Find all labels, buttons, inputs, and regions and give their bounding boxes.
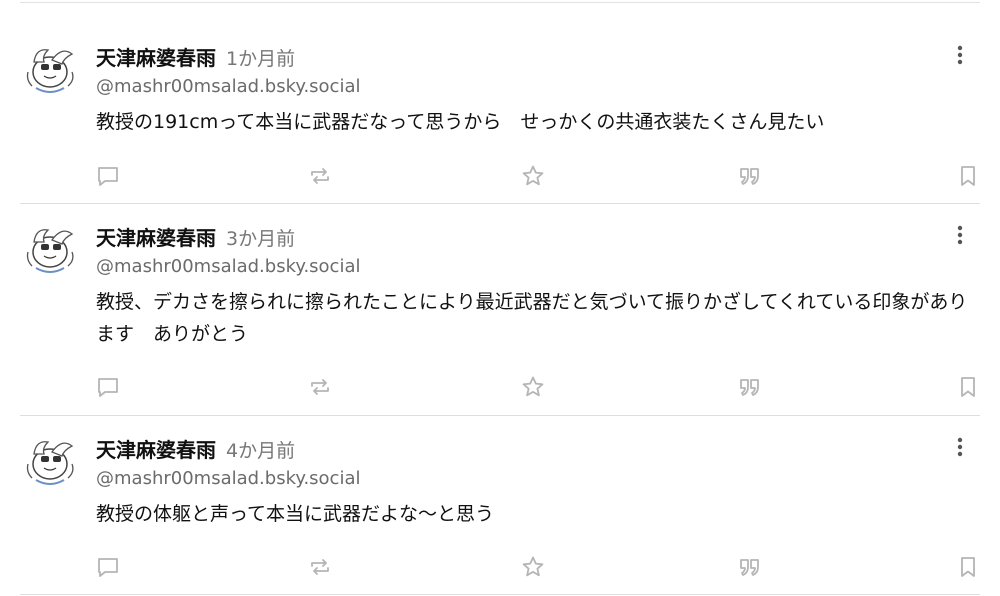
more-vertical-icon[interactable] [950, 436, 970, 458]
bookmark-icon[interactable] [956, 164, 980, 188]
post-header: 天津麻婆春雨 1か月前 [96, 42, 295, 70]
post-text: 教授の体躯と声って本当に武器だよな〜と思う [96, 503, 495, 525]
post-header: 天津麻婆春雨 4か月前 [96, 434, 295, 462]
post-divider [20, 594, 980, 595]
author-name[interactable]: 天津麻婆春雨 [96, 434, 216, 463]
quote-icon[interactable] [738, 164, 762, 188]
post-card[interactable]: 天津麻婆春雨 1か月前 @mashr00msalad.bsky.social 教… [20, 42, 980, 204]
reply-icon[interactable] [96, 555, 120, 579]
repost-icon[interactable] [308, 555, 332, 579]
post-divider [20, 415, 980, 416]
bookmark-icon[interactable] [956, 555, 980, 579]
author-name[interactable]: 天津麻婆春雨 [96, 42, 216, 71]
star-icon[interactable] [521, 555, 545, 579]
post-timestamp[interactable]: 4か月前 [226, 436, 295, 463]
post-actions [96, 164, 980, 190]
author-handle[interactable]: @mashr00msalad.bsky.social [96, 256, 361, 277]
quote-icon[interactable] [738, 555, 762, 579]
post-header: 天津麻婆春雨 3か月前 [96, 222, 295, 250]
post-actions [96, 375, 980, 401]
repost-icon[interactable] [308, 375, 332, 399]
author-name[interactable]: 天津麻婆春雨 [96, 222, 216, 251]
more-vertical-icon[interactable] [950, 224, 970, 246]
avatar[interactable] [22, 222, 78, 278]
post-actions [96, 555, 980, 581]
post-card[interactable]: 天津麻婆春雨 3か月前 @mashr00msalad.bsky.social 教… [20, 222, 980, 416]
post-timestamp[interactable]: 1か月前 [226, 44, 295, 71]
avatar[interactable] [22, 42, 78, 98]
author-handle[interactable]: @mashr00msalad.bsky.social [96, 76, 361, 97]
quote-icon[interactable] [738, 375, 762, 399]
star-icon[interactable] [521, 164, 545, 188]
reply-icon[interactable] [96, 164, 120, 188]
author-handle[interactable]: @mashr00msalad.bsky.social [96, 468, 361, 489]
more-vertical-icon[interactable] [950, 44, 970, 66]
avatar[interactable] [22, 434, 78, 490]
post-text: 教授の191cmって本当に武器だなって思うから せっかくの共通衣装たくさん見たい [96, 111, 825, 133]
post-divider [20, 203, 980, 204]
post-timestamp[interactable]: 3か月前 [226, 224, 295, 251]
reply-icon[interactable] [96, 375, 120, 399]
repost-icon[interactable] [308, 164, 332, 188]
star-icon[interactable] [521, 375, 545, 399]
post-card[interactable]: 天津麻婆春雨 4か月前 @mashr00msalad.bsky.social 教… [20, 434, 980, 596]
post-text: 教授、デカさを擦られに擦られたことにより最近武器だと気づいて振りかざしてくれてい… [96, 291, 968, 345]
top-divider [20, 2, 980, 3]
bookmark-icon[interactable] [956, 375, 980, 399]
